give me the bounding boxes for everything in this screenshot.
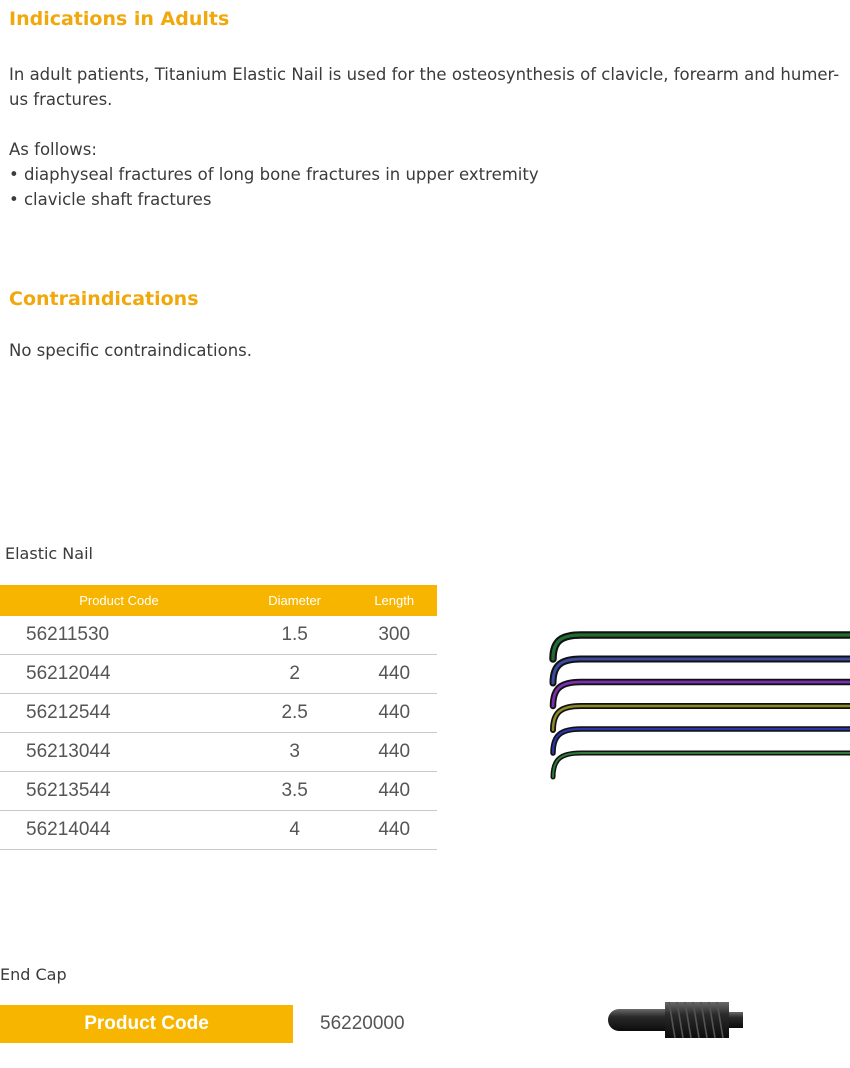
as-follows-label: As follows: xyxy=(9,140,97,159)
cell-diameter: 2.5 xyxy=(237,693,352,733)
cell-product-code: 56212544 xyxy=(0,693,238,733)
column-header-product-code: Product Code xyxy=(0,585,238,616)
cell-length: 300 xyxy=(351,616,437,655)
table-row: 56212044 2 440 xyxy=(0,654,437,694)
bullet-item: • diaphyseal fractures of long bone frac… xyxy=(9,165,539,184)
end-cap-image xyxy=(608,1001,743,1039)
indications-intro-line2: us fractures. xyxy=(9,90,113,109)
table-row: 56213544 3.5 440 xyxy=(0,771,437,811)
cell-diameter: 2 xyxy=(237,654,352,694)
cell-diameter: 3 xyxy=(237,732,352,772)
cell-product-code: 56212044 xyxy=(0,654,238,694)
table-row: 56211530 1.5 300 xyxy=(0,616,437,655)
end-cap-product-code-label: Product Code xyxy=(0,1005,293,1043)
cell-product-code: 56211530 xyxy=(0,616,238,655)
elastic-nail xyxy=(551,727,850,755)
elastic-nail-caption: Elastic Nail xyxy=(5,544,93,563)
elastic-nail-shadow xyxy=(550,726,850,756)
elastic-nail-shadow xyxy=(550,750,850,780)
cell-product-code: 56214044 xyxy=(0,810,238,850)
table-row: 56214044 4 440 xyxy=(0,810,437,850)
contraindications-heading: Contraindications xyxy=(9,288,199,310)
bullet-item: • clavicle shaft fractures xyxy=(9,190,212,209)
table-header-row: Product Code Diameter Length xyxy=(0,585,437,616)
cell-product-code: 56213044 xyxy=(0,732,238,772)
column-header-length: Length xyxy=(351,585,437,616)
cell-product-code: 56213544 xyxy=(0,771,238,811)
cell-diameter: 4 xyxy=(237,810,352,850)
indications-intro-line1: In adult patients, Titanium Elastic Nail… xyxy=(9,65,840,84)
elastic-nail xyxy=(552,752,850,778)
end-cap-caption: End Cap xyxy=(0,965,67,984)
contraindications-text: No specific contraindications. xyxy=(9,341,252,360)
cell-diameter: 3.5 xyxy=(237,771,352,811)
cell-length: 440 xyxy=(351,810,437,850)
cell-length: 440 xyxy=(351,771,437,811)
elastic-nail xyxy=(551,680,850,708)
cell-diameter: 1.5 xyxy=(237,616,352,655)
column-header-diameter: Diameter xyxy=(237,585,352,616)
cell-length: 440 xyxy=(351,654,437,694)
indications-heading: Indications in Adults xyxy=(9,8,230,30)
elastic-nail-table: Product Code Diameter Length 56211530 1.… xyxy=(0,585,437,850)
end-cap-product-code-value: 56220000 xyxy=(320,1013,405,1034)
cell-length: 440 xyxy=(351,693,437,733)
elastic-nails-image xyxy=(549,631,850,780)
elastic-nail-shadow xyxy=(549,631,850,663)
cell-length: 440 xyxy=(351,732,437,772)
elastic-nail-shadow xyxy=(549,678,850,710)
indications-body: In adult patients, Titanium Elastic Nail… xyxy=(9,62,844,212)
table-row: 56213044 3 440 xyxy=(0,732,437,772)
table-row: 56212544 2.5 440 xyxy=(0,693,437,733)
